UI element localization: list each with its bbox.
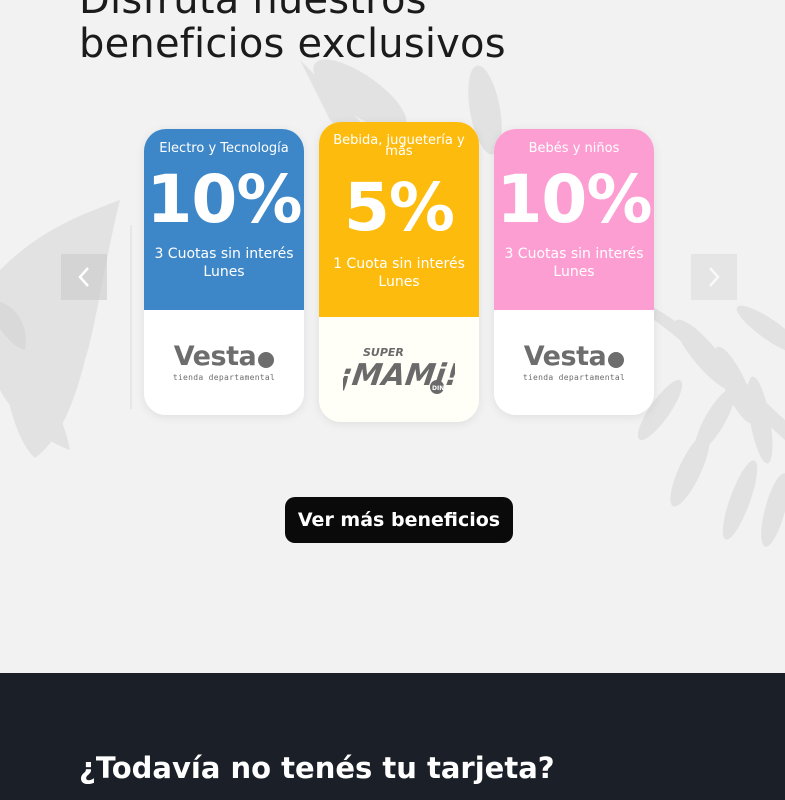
benefit-card-electro[interactable]: Electro y Tecnología 10% 3 Cuotas sin in… [144, 129, 304, 415]
store-logo-area: Vesta tienda departamental [144, 310, 304, 415]
vesta-logo-tagline: tienda departamental [522, 372, 626, 382]
chevron-right-icon [709, 267, 720, 287]
vesta-logo-dot [258, 351, 275, 368]
vesta-logo-wordmark: Vesta [173, 340, 275, 372]
get-card-section: ¿Todavía no tenés tu tarjeta? [0, 673, 785, 800]
get-card-title: ¿Todavía no tenés tu tarjeta? [79, 751, 555, 785]
benefit-category: Bebés y niños [528, 141, 620, 156]
section-title: Disfrutá nuestros beneficios exclusivos [79, 0, 506, 66]
benefit-card-header: Bebés y niños 10% 3 Cuotas sin interés L… [494, 129, 654, 310]
benefit-terms: 3 Cuotas sin interés Lunes [504, 246, 644, 280]
vesta-logo-text: Vesta [173, 340, 257, 372]
benefit-card-bebidas[interactable]: Bebida, juguetería y más 5% 1 Cuota sin … [319, 122, 479, 422]
store-logo-area: Vesta tienda departamental [494, 310, 654, 415]
vesta-logo-tagline: tienda departamental [172, 372, 276, 382]
carousel-next-button[interactable] [691, 254, 737, 300]
benefit-terms: 1 Cuota sin interés Lunes [333, 256, 465, 290]
benefit-card-header: Electro y Tecnología 10% 3 Cuotas sin in… [144, 129, 304, 310]
svg-text:DINO: DINO [432, 385, 449, 392]
svg-text:SUPER: SUPER [363, 346, 404, 359]
carousel-edge-divider [130, 225, 132, 409]
vesta-logo-text: Vesta [523, 340, 607, 372]
benefit-discount: 10% [496, 161, 653, 238]
benefit-category: Bebida, juguetería y más [333, 133, 465, 159]
chevron-left-icon [78, 267, 89, 287]
section-title-line-2: beneficios exclusivos [79, 21, 506, 67]
more-benefits-button[interactable]: Ver más beneficios [285, 497, 513, 543]
vesta-logo-dot [608, 351, 625, 368]
vesta-logo: Vesta tienda departamental [172, 340, 276, 383]
benefit-card-header: Bebida, juguetería y más 5% 1 Cuota sin … [319, 122, 479, 317]
carousel-prev-button[interactable] [61, 254, 107, 300]
benefit-terms: 3 Cuotas sin interés Lunes [154, 246, 294, 280]
benefit-discount: 10% [146, 161, 303, 238]
super-mami-logo: SUPER ¡MAMi! DINO [343, 346, 455, 394]
store-logo-area: SUPER ¡MAMi! DINO [319, 317, 479, 422]
benefit-card-bebes[interactable]: Bebés y niños 10% 3 Cuotas sin interés L… [494, 129, 654, 415]
vesta-logo: Vesta tienda departamental [522, 340, 626, 383]
benefit-category: Electro y Tecnología [159, 141, 289, 156]
section-title-line-1: Disfrutá nuestros [79, 0, 427, 23]
benefit-discount: 5% [343, 169, 455, 246]
vesta-logo-wordmark: Vesta [523, 340, 625, 372]
